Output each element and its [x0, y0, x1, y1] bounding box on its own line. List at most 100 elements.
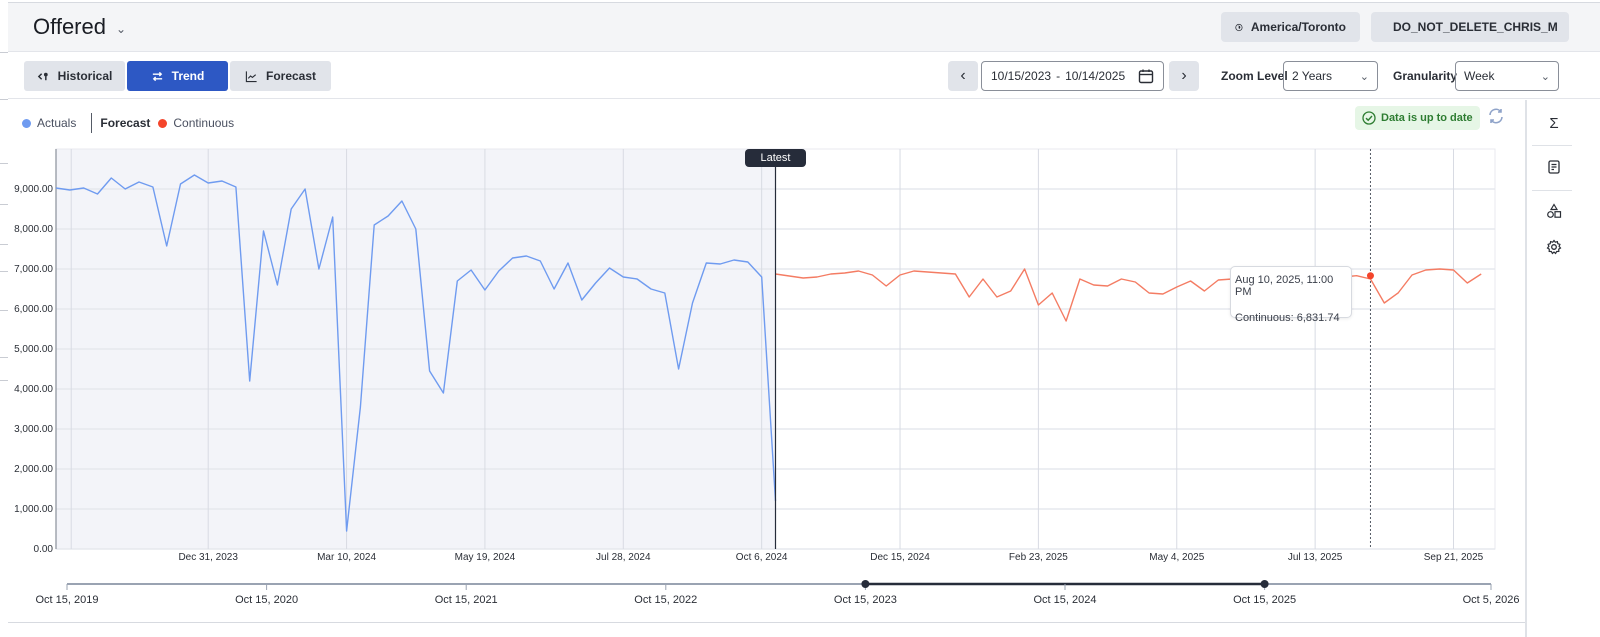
- navigator-tick-label: Oct 5, 2026: [1463, 594, 1520, 606]
- panel-divider: [1532, 145, 1572, 146]
- navigator-tick-label: Oct 15, 2020: [235, 594, 298, 606]
- date-start: 10/15/2023: [991, 69, 1052, 83]
- gutter-tick: [0, 204, 8, 205]
- zoom-level-select[interactable]: 2 Years ⌄: [1283, 61, 1378, 91]
- toolbar: Historical Trend Forecast ‹ 10/15/2023 -…: [8, 53, 1600, 99]
- page-title: Offered: [33, 14, 106, 39]
- page-header: Offered ⌄ America/Toronto DO_NOT_DELETE_…: [8, 2, 1600, 52]
- navigator-tick-label: Oct 15, 2023: [834, 594, 897, 606]
- legend-divider: [91, 113, 93, 133]
- line-chart-icon: [245, 70, 257, 82]
- historical-icon: [37, 72, 48, 80]
- granularity-label: Granularity: [1393, 69, 1458, 83]
- navigator-tick-label: Oct 15, 2025: [1233, 594, 1296, 606]
- tooltip-value: Continuous: 6,831.74: [1235, 312, 1340, 324]
- x-tick-label: Dec 31, 2023: [178, 552, 238, 563]
- gutter-tick: [0, 380, 8, 381]
- x-tick-label: Feb 23, 2025: [1009, 552, 1068, 563]
- chart-bottom-border: [8, 622, 1525, 637]
- legend-actuals[interactable]: Actuals: [37, 116, 76, 130]
- y-tick-label: 1,000.00: [14, 504, 53, 515]
- chevron-down-icon: ⌄: [1540, 70, 1550, 83]
- summary-button[interactable]: Σ: [1537, 106, 1571, 140]
- settings-icon: [1546, 239, 1562, 255]
- y-tick-label: 3,000.00: [14, 424, 53, 435]
- x-tick-label: May 4, 2025: [1149, 552, 1204, 563]
- chevron-right-icon: ›: [1181, 67, 1187, 84]
- report-button[interactable]: [1537, 150, 1571, 184]
- tenant-label: DO_NOT_DELETE_CHRIS_M: [1393, 20, 1558, 34]
- app-root: Offered ⌄ America/Toronto DO_NOT_DELETE_…: [0, 0, 1600, 637]
- gutter-tick: [0, 163, 8, 164]
- navigator-tick-label: Oct 15, 2022: [634, 594, 697, 606]
- shapes-button[interactable]: [1537, 194, 1571, 228]
- tooltip-date: Aug 10, 2025, 11:00 PM: [1235, 274, 1334, 298]
- gutter-tick: [0, 99, 8, 100]
- date-end: 10/14/2025: [1065, 69, 1126, 83]
- gutter-tick: [0, 310, 8, 311]
- x-tick-label: Mar 10, 2024: [317, 552, 376, 563]
- metric-selector[interactable]: Offered ⌄: [33, 14, 126, 40]
- refresh-icon[interactable]: [1486, 106, 1506, 126]
- next-range-button[interactable]: ›: [1169, 61, 1199, 91]
- navigator-handle-end[interactable]: [1260, 580, 1269, 588]
- tab-historical[interactable]: Historical: [24, 61, 125, 91]
- status-text: Data is up to date: [1381, 112, 1473, 124]
- highlight-point: [1366, 272, 1374, 280]
- x-tick-label: Sep 21, 2025: [1424, 552, 1484, 563]
- chevron-down-icon: ⌄: [115, 22, 127, 36]
- y-tick-label: 2,000.00: [14, 464, 53, 475]
- left-gutter: [0, 0, 8, 637]
- y-tick-label: 8,000.00: [14, 224, 53, 235]
- swap-arrows-icon: [152, 71, 162, 81]
- settings-button[interactable]: [1537, 230, 1571, 264]
- date-range-picker[interactable]: 10/15/2023 - 10/14/2025: [981, 61, 1164, 91]
- tab-forecast[interactable]: Forecast: [230, 61, 331, 91]
- latest-marker-label: Latest: [745, 149, 806, 167]
- y-tick-label: 6,000.00: [14, 304, 53, 315]
- navigator-tick-label: Oct 15, 2019: [36, 594, 99, 606]
- legend-forecast-label: Forecast: [100, 116, 151, 130]
- chevron-left-icon: ‹: [960, 67, 966, 84]
- y-tick-label: 5,000.00: [14, 344, 53, 355]
- chart-legend: Actuals Forecast Continuous: [22, 113, 234, 133]
- gutter-tick: [0, 357, 8, 358]
- gutter-tick: [0, 244, 8, 245]
- tab-label: Trend: [171, 69, 205, 83]
- check-circle-icon: [1362, 111, 1376, 125]
- shapes-icon: [1547, 203, 1562, 218]
- tenant-button[interactable]: DO_NOT_DELETE_CHRIS_M: [1371, 12, 1569, 42]
- zoom-level-label: Zoom Level: [1221, 69, 1288, 83]
- continuous-legend-dot: [158, 118, 168, 128]
- calendar-icon: [1138, 69, 1154, 84]
- right-tool-panel: Σ: [1525, 100, 1600, 637]
- navigator-tick-label: Oct 15, 2021: [435, 594, 498, 606]
- x-tick-label: Oct 6, 2024: [736, 552, 788, 563]
- globe-icon: [1235, 23, 1243, 31]
- x-tick-label: Jul 28, 2024: [596, 552, 651, 563]
- previous-range-button[interactable]: ‹: [948, 61, 978, 91]
- y-tick-label: 0.00: [34, 544, 54, 555]
- granularity-select[interactable]: Week ⌄: [1455, 61, 1559, 91]
- trend-chart[interactable]: 0.00 1,000.00 2,000.00 3,000.00 4,000.00 5,00…: [8, 100, 1525, 622]
- y-tick-label: 7,000.00: [14, 264, 53, 275]
- x-tick-label: Jul 13, 2025: [1288, 552, 1343, 563]
- y-tick-label: 4,000.00: [14, 384, 53, 395]
- tab-label: Historical: [57, 69, 113, 83]
- chart-panel: 0.00 1,000.00 2,000.00 3,000.00 4,000.00 5,00…: [8, 100, 1525, 622]
- date-separator: -: [1056, 69, 1061, 83]
- timezone-label: America/Toronto: [1250, 20, 1346, 34]
- sigma-icon: Σ: [1549, 114, 1559, 132]
- gutter-tick: [0, 271, 8, 272]
- chevron-down-icon: ⌄: [1359, 70, 1369, 83]
- navigator-tick-label: Oct 15, 2024: [1034, 594, 1097, 606]
- x-tick-label: Dec 15, 2024: [870, 552, 930, 563]
- timezone-button[interactable]: America/Toronto: [1221, 12, 1360, 42]
- granularity-value: Week: [1464, 69, 1495, 83]
- zoom-level-value: 2 Years: [1292, 69, 1333, 83]
- navigator-handle-start[interactable]: [861, 580, 870, 588]
- legend-continuous[interactable]: Continuous: [173, 116, 234, 130]
- series-line-continuous: [775, 268, 1482, 322]
- gutter-tick: [0, 52, 8, 53]
- tab-trend[interactable]: Trend: [127, 61, 228, 91]
